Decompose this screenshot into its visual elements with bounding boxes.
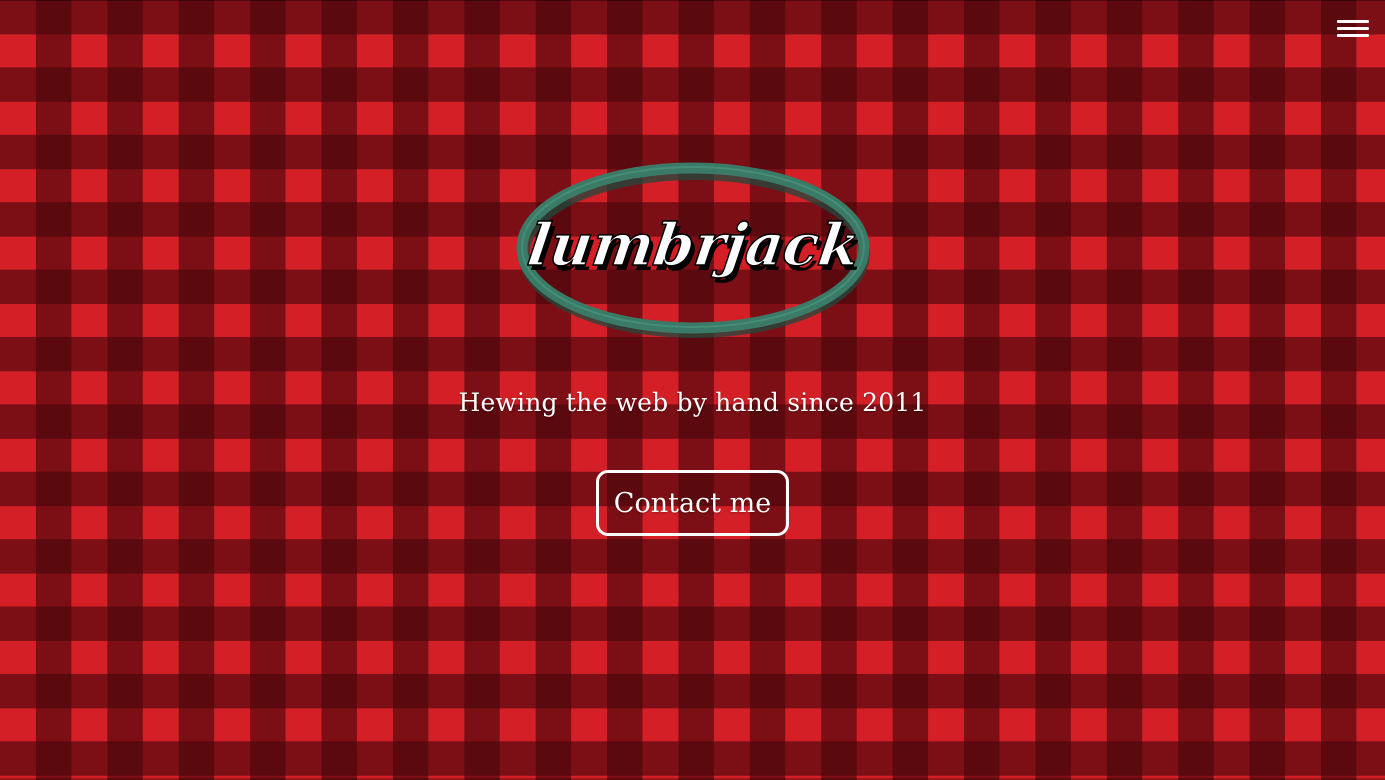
menu-bar-top <box>1337 20 1369 23</box>
tagline: Hewing the web by hand since 2011 <box>458 388 927 417</box>
contact-me-button[interactable]: Contact me <box>596 470 789 536</box>
menu-bar-bottom <box>1337 34 1369 37</box>
landing-page: { "header": { "menu_icon": "hamburger-me… <box>0 0 1385 780</box>
menu-bar-middle <box>1337 27 1369 30</box>
logo-text: lumbrjack <box>524 210 864 279</box>
hamburger-menu-icon[interactable] <box>1337 18 1369 40</box>
site-logo[interactable]: lumbrjack lumbrjack <box>514 158 872 340</box>
